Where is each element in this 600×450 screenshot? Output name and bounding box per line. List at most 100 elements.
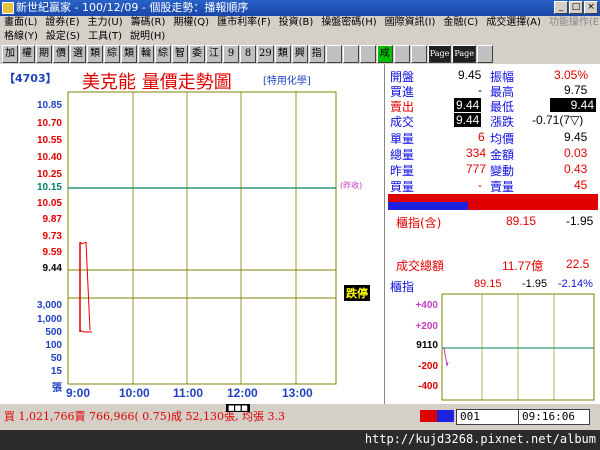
toolbar-button-5[interactable]: 類 <box>87 45 103 63</box>
low-value: 9.44 <box>550 98 596 112</box>
status-color-swatch <box>420 410 454 422</box>
menu-row1-4[interactable]: 期權(Q) <box>173 16 209 30</box>
toolbar-button-9[interactable]: 綜 <box>155 45 171 63</box>
toolbar: 加權期價選類綜類輪綜智委江 9 8 29 類興指成 Page Page <box>0 44 600 64</box>
status-bar: 買 1,021,766賣 766,966( 0.75)成 52,130張, 均張… <box>0 404 600 430</box>
toolbar-button-4[interactable]: 選 <box>70 45 86 63</box>
reference-tag: (昨收) <box>340 181 363 190</box>
menu-row1-10[interactable]: 成交選擇(A) <box>486 16 541 30</box>
toolbar-button-18[interactable]: 指 <box>308 45 325 63</box>
price-tick-3: 10.40 <box>36 152 62 163</box>
turn-label: 變動 <box>490 164 515 178</box>
toolbar-button-20[interactable] <box>342 45 359 63</box>
volume-tick-0: 3,000 <box>36 300 62 311</box>
menu-row1-3[interactable]: 籌碼(R) <box>131 16 166 30</box>
menu-row1-9[interactable]: 金融(C) <box>443 16 478 30</box>
range-value: 3.05% <box>554 68 589 82</box>
menu-row2-1[interactable]: 設定(S) <box>46 30 80 44</box>
price-tick-1: 10.70 <box>36 118 62 129</box>
toolbar-button-6[interactable]: 綜 <box>104 45 120 63</box>
time-tick-1: 10:00 <box>119 386 150 400</box>
footer-bar: http://kujd3268.pixnet.net/album <box>0 430 600 450</box>
toolbar-button-16[interactable]: 類 <box>274 45 291 63</box>
turnover-pct: 22.5 <box>566 257 590 271</box>
amount-value: 0.03 <box>564 146 588 160</box>
toolbar-button-0[interactable]: 加 <box>2 45 18 63</box>
clock-display: 09:16:06 <box>518 409 590 425</box>
index-value: 89.15 <box>506 214 537 228</box>
index-change: -1.95 <box>566 214 594 228</box>
time-tick-4: 13:00 <box>282 386 313 400</box>
toolbar-button-8[interactable]: 輪 <box>138 45 154 63</box>
menu-bar: 畫面(L) 證券(E) 主力(U) 籌碼(R) 期權(Q) 匯市利率(F) 投資(B) 操盤密… <box>0 16 600 44</box>
toolbar-button-2[interactable]: 期 <box>36 45 52 63</box>
ask-value: 9.44 <box>454 98 482 112</box>
price-tick-5: 10.15 <box>36 182 62 193</box>
time-tick-3: 12:00 <box>227 386 258 400</box>
mini-tick-3: -200 <box>417 361 438 372</box>
volume-tick-4: 50 <box>50 353 62 364</box>
volume-tick-1: 1,000 <box>36 314 62 325</box>
deal-value: 9.44 <box>454 113 482 127</box>
toolbar-button-1[interactable]: 權 <box>19 45 35 63</box>
toolbar-button-10[interactable]: 智 <box>172 45 188 63</box>
menu-row1-5[interactable]: 匯市利率(F) <box>217 16 271 30</box>
toolbar-button-14[interactable]: 8 <box>240 45 256 63</box>
buy-sell-ratio-bar-top <box>388 194 598 202</box>
menu-row1-8[interactable]: 國際資訊(I) <box>385 16 436 30</box>
toolbar-button-3[interactable]: 價 <box>53 45 69 63</box>
toolbar-button-22[interactable]: 成 <box>376 45 393 63</box>
turn-value: 0.43 <box>564 162 588 176</box>
avg-value: 9.45 <box>564 130 588 144</box>
toolbar-button-26[interactable]: Page <box>452 45 477 63</box>
avg-label: 均價 <box>490 132 515 146</box>
yvol-value: 777 <box>466 162 487 176</box>
stock-code-input[interactable]: 001 <box>456 409 520 425</box>
change-label: 漲跌 <box>490 115 515 129</box>
menu-row2-3[interactable]: 說明(H) <box>130 30 165 44</box>
turnover-label: 成交總額 <box>396 259 445 273</box>
toolbar-button-17[interactable]: 興 <box>291 45 308 63</box>
maximize-button[interactable]: □ <box>569 1 583 14</box>
menu-row1-7[interactable]: 操盤密碼(H) <box>321 16 376 30</box>
price-tick-7: 9.87 <box>42 214 62 225</box>
toolbar-button-25[interactable]: Page <box>427 45 452 63</box>
menu-disabled-item: 功能操作(E) <box>548 17 600 28</box>
toolbar-button-7[interactable]: 類 <box>121 45 137 63</box>
toolbar-button-11[interactable]: 委 <box>189 45 205 63</box>
toolbar-button-12[interactable]: 江 <box>206 45 222 63</box>
open-value: 9.45 <box>458 68 482 82</box>
toolbar-button-13[interactable]: 9 <box>223 45 239 63</box>
buyvol-label: 買量 <box>390 180 415 194</box>
sellvol-label: 賣量 <box>490 180 515 194</box>
unit-label: 單量 <box>390 132 415 146</box>
price-tick-6: 10.05 <box>36 198 62 209</box>
toolbar-button-24[interactable] <box>410 45 427 63</box>
sellvol-value: 45 <box>574 178 588 192</box>
window-titlebar: 新世紀贏家 - 100/12/09 - 個股走勢：播報順序 _ □ × <box>0 0 600 16</box>
high-value: 9.75 <box>564 83 588 97</box>
close-button[interactable]: × <box>584 1 598 14</box>
toolbar-button-23[interactable] <box>393 45 410 63</box>
price-tick-0: 10.85 <box>36 100 62 111</box>
menu-row2-2[interactable]: 工具(T) <box>88 30 122 44</box>
menu-row1-2[interactable]: 主力(U) <box>88 16 123 30</box>
toolbar-button-27[interactable] <box>477 45 494 63</box>
minimize-button[interactable]: _ <box>554 1 568 14</box>
buy-sell-ratio-bar <box>388 202 598 210</box>
price-tick-2: 10.55 <box>36 135 62 146</box>
total-value: 334 <box>466 146 487 160</box>
index-label: 櫃指(含) <box>396 216 442 230</box>
toolbar-button-15[interactable]: 29 <box>257 45 274 63</box>
status-mini-tag: ■■■ <box>226 404 250 412</box>
menu-row1-6[interactable]: 投資(B) <box>279 16 314 30</box>
menu-row2-0[interactable]: 格線(Y) <box>4 30 38 44</box>
menu-row1-0[interactable]: 畫面(L) <box>4 16 37 30</box>
footer-url[interactable]: http://kujd3268.pixnet.net/album <box>365 432 596 446</box>
price-tick-10: 9.44 <box>42 263 62 274</box>
price-tick-9: 9.59 <box>42 247 62 258</box>
menu-row1-1[interactable]: 證券(E) <box>45 16 79 30</box>
toolbar-button-21[interactable] <box>359 45 376 63</box>
quote-panel: 開盤 9.45 振幅 3.05% 買進 - 最高 9.75 賣出 9.44 最低 9.44 成交 9… <box>386 64 600 274</box>
toolbar-button-19[interactable] <box>325 45 342 63</box>
